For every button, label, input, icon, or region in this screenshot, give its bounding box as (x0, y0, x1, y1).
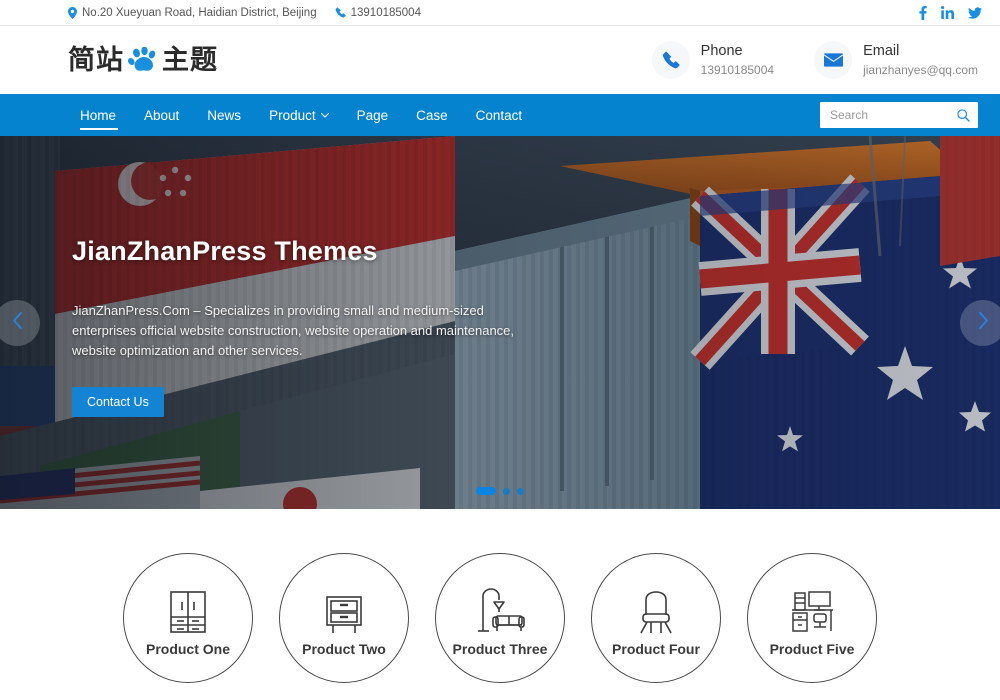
hero-content: JianZhanPress Themes JianZhanPress.Com –… (72, 236, 542, 417)
nav-item-home[interactable]: Home (68, 94, 130, 136)
product-card-four-label: Product Four (612, 641, 700, 657)
product-card-three[interactable]: Product Three (435, 553, 565, 683)
nav-item-home-label: Home (80, 108, 116, 123)
paw-print-icon (128, 47, 158, 73)
top-bar-contact-info: No.20 Xueyuan Road, Haidian District, Be… (68, 7, 421, 19)
nav-item-about-label: About (144, 108, 179, 123)
header-contact-email-label: Email (863, 42, 978, 62)
nav-item-list: Home About News Product Page Case Contac… (68, 94, 536, 136)
nav-item-case[interactable]: Case (402, 94, 462, 136)
phone-icon (652, 41, 690, 79)
product-card-two[interactable]: Product Two (279, 553, 409, 683)
header-contact-email[interactable]: Email jianzhanyes@qq.com (814, 41, 978, 79)
chair-icon (635, 579, 677, 635)
search-input[interactable] (830, 108, 957, 122)
product-card-five[interactable]: Product Five (747, 553, 877, 683)
chevron-right-icon (978, 312, 989, 334)
top-bar-phone-text: 13910185004 (351, 7, 421, 19)
nav-item-contact[interactable]: Contact (462, 94, 537, 136)
site-header: 简站 主题 Phone 13910185004 (0, 26, 1000, 94)
nav-item-case-label: Case (416, 108, 448, 123)
product-category-list: Product One Product Two (0, 509, 1000, 700)
product-card-four[interactable]: Product Four (591, 553, 721, 683)
top-bar-address-text: No.20 Xueyuan Road, Haidian District, Be… (82, 7, 317, 19)
product-card-five-label: Product Five (770, 641, 855, 657)
desk-computer-icon (787, 579, 837, 635)
site-logo[interactable]: 简站 主题 (68, 47, 218, 74)
hero-description: JianZhanPress.Com – Specializes in provi… (72, 301, 542, 361)
contact-us-button[interactable]: Contact Us (72, 387, 164, 417)
phone-icon (335, 7, 346, 18)
product-card-one-label: Product One (146, 641, 230, 657)
nav-item-about[interactable]: About (130, 94, 193, 136)
chevron-down-icon (321, 113, 329, 118)
chevron-left-icon (12, 312, 23, 334)
main-navigation: Home About News Product Page Case Contac… (0, 94, 1000, 136)
nav-item-contact-label: Contact (476, 108, 523, 123)
header-contact-phone[interactable]: Phone 13910185004 (652, 41, 774, 79)
top-bar-phone: 13910185004 (335, 7, 421, 19)
carousel-dot-3[interactable] (517, 488, 524, 495)
nav-item-page-label: Page (357, 108, 389, 123)
sofa-lamp-icon (474, 579, 526, 635)
product-card-three-label: Product Three (453, 641, 548, 657)
search-icon[interactable] (957, 109, 970, 122)
carousel-indicators (0, 487, 1000, 495)
linkedin-icon[interactable] (941, 6, 954, 19)
social-links (919, 6, 982, 20)
envelope-icon (814, 41, 852, 79)
header-contact-group: Phone 13910185004 Email jianzhanyes@qq.c… (652, 41, 978, 79)
facebook-icon[interactable] (919, 6, 927, 20)
location-pin-icon (68, 7, 77, 19)
top-bar-address: No.20 Xueyuan Road, Haidian District, Be… (68, 7, 317, 19)
nav-item-product-label: Product (269, 108, 316, 123)
product-card-one[interactable]: Product One (123, 553, 253, 683)
nav-item-news-label: News (207, 108, 241, 123)
nightstand-icon (321, 579, 367, 635)
carousel-dot-2[interactable] (503, 488, 510, 495)
hero-title: JianZhanPress Themes (72, 236, 542, 267)
logo-text-left: 简站 (68, 47, 124, 74)
carousel-next-button[interactable] (960, 300, 1000, 346)
hero-carousel: JianZhanPress Themes JianZhanPress.Com –… (0, 136, 1000, 509)
nav-item-news[interactable]: News (193, 94, 255, 136)
product-card-two-label: Product Two (302, 641, 386, 657)
carousel-dot-1[interactable] (476, 487, 496, 495)
header-contact-phone-label: Phone (701, 42, 774, 62)
wardrobe-icon (167, 579, 209, 635)
nav-item-product[interactable]: Product (255, 94, 343, 136)
header-contact-email-value: jianzhanyes@qq.com (863, 62, 978, 78)
nav-item-page[interactable]: Page (343, 94, 403, 136)
logo-text-right: 主题 (162, 47, 218, 74)
header-contact-phone-value: 13910185004 (701, 62, 774, 78)
top-bar: No.20 Xueyuan Road, Haidian District, Be… (0, 0, 1000, 26)
search-box[interactable] (820, 102, 978, 128)
twitter-icon[interactable] (968, 7, 982, 19)
